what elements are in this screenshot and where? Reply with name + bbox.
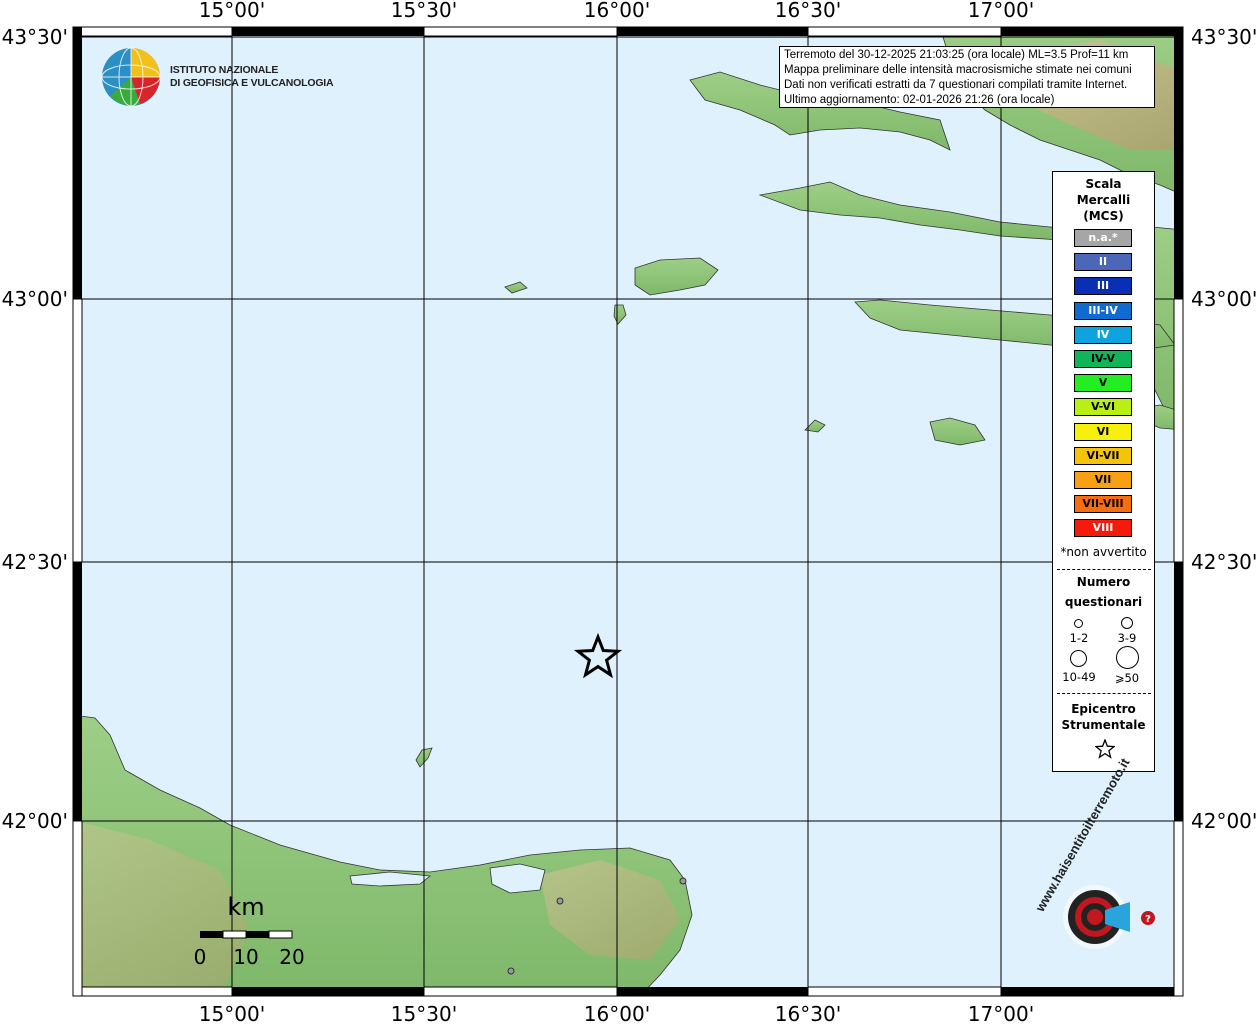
count-circle-xlarge (1116, 646, 1139, 669)
lon-label-top-1: 15°00' (199, 0, 265, 22)
ingv-globe-icon (101, 47, 161, 107)
legend-item-vi: VI (1074, 422, 1132, 441)
lon-label-bottom-1: 15°00' (199, 1002, 265, 1024)
count-label-3: 10-49 (1062, 670, 1096, 684)
ingv-logo-line2: DI GEOFISICA E VULCANOLOGIA (170, 77, 334, 89)
legend-title-line3: (MCS) (1083, 209, 1124, 223)
lon-label-top-5: 17°00' (968, 0, 1034, 22)
scale-label-10: 10 (233, 945, 258, 968)
legend-count-title-1: Numero (1076, 575, 1131, 589)
legend-item-vi-vii: VI-VII (1074, 446, 1132, 465)
lon-label-top-3: 16°00' (584, 0, 650, 22)
legend-item-vii-viii: VII-VIII (1074, 495, 1132, 514)
lon-label-bottom-4: 16°30' (775, 1002, 841, 1024)
scale-bar-graphic: km 0 10 20 (194, 893, 305, 969)
legend-item-viii: VIII (1074, 519, 1132, 538)
legend-epicenter-title-1: Epicentro (1071, 702, 1136, 716)
svg-text:?: ? (1145, 914, 1151, 925)
town-marker (556, 897, 564, 905)
event-info-line4: Ultimo aggiornamento: 02-01-2026 21:26 (… (784, 94, 1055, 106)
legend-count-title-2: questionari (1064, 595, 1143, 609)
legend-item-ii: II (1074, 253, 1132, 272)
legend-note: *non avvertito (1060, 545, 1147, 559)
lat-label-left-3: 42°30' (2, 550, 68, 574)
lat-label-left-1: 43°30' (2, 25, 68, 49)
count-label-4: ⩾50 (1114, 671, 1140, 685)
star-icon (1095, 739, 1115, 759)
lon-label-top-4: 16°30' (775, 0, 841, 22)
town-marker (507, 967, 515, 975)
legend-item-n-a: n.a.* (1074, 229, 1132, 247)
event-info-line3: Dati non verificati estratti da 7 questi… (784, 79, 1128, 91)
legend-item-v-vi: V-VI (1074, 398, 1132, 417)
legend-title: Scala Mercalli (MCS) (1053, 176, 1154, 224)
legend-separator (1057, 693, 1151, 694)
legend-epicenter-title-2: Strumentale (1061, 718, 1146, 732)
lat-label-left-4: 42°00' (2, 809, 68, 833)
lon-label-bottom-2: 15°30' (391, 1002, 457, 1024)
lon-label-bottom-5: 17°00' (968, 1002, 1034, 1024)
scale-label-0: 0 (194, 945, 207, 968)
count-circle-medium (1121, 617, 1133, 629)
event-info-box: Terremoto del 30-12-2025 21:03:25 (ora l… (779, 46, 1155, 108)
lat-label-right-4: 42°00' (1191, 809, 1256, 833)
scale-label-20: 20 (279, 945, 304, 968)
ingv-logo-text: ISTITUTO NAZIONALE DI GEOFISICA E VULCAN… (170, 64, 334, 90)
scale-bar: km 0 10 20 (192, 888, 312, 969)
legend-title-line1: Scala (1085, 177, 1122, 191)
legend-item-iii: III (1074, 277, 1132, 296)
legend-item-v: V (1074, 374, 1132, 393)
haisentito-logo[interactable]: ? www.haisentitoilterremoto.it (1032, 756, 1163, 977)
lat-label-right-3: 42°30' (1191, 550, 1256, 574)
count-circle-large (1070, 650, 1087, 667)
count-label-2: 3-9 (1117, 631, 1137, 645)
ingv-logo-line1: ISTITUTO NAZIONALE (170, 64, 279, 76)
event-info-line2: Mappa preliminare delle intensità macros… (784, 64, 1132, 76)
lon-label-bottom-3: 16°00' (584, 1002, 650, 1024)
count-label-1: 1-2 (1069, 631, 1089, 645)
lat-label-right-2: 43°00' (1191, 287, 1256, 311)
legend-item-iv: IV (1074, 325, 1132, 344)
lat-label-right-1: 43°30' (1191, 25, 1256, 49)
legend-separator (1057, 569, 1151, 570)
legend-title-line2: Mercalli (1076, 193, 1131, 207)
legend-item-iii-iv: III-IV (1074, 301, 1132, 320)
mcs-legend: Scala Mercalli (MCS) n.a.* II III III-IV IV I… (1052, 171, 1155, 772)
legend-item-iv-v: IV-V (1074, 350, 1132, 368)
lat-label-left-2: 43°00' (2, 287, 68, 311)
legend-item-vii: VII (1074, 471, 1132, 489)
count-circle-small (1074, 619, 1083, 628)
event-info-line1: Terremoto del 30-12-2025 21:03:25 (ora l… (784, 49, 1129, 61)
town-marker (679, 877, 687, 885)
lon-label-top-2: 15°30' (391, 0, 457, 22)
scale-unit: km (227, 893, 264, 921)
